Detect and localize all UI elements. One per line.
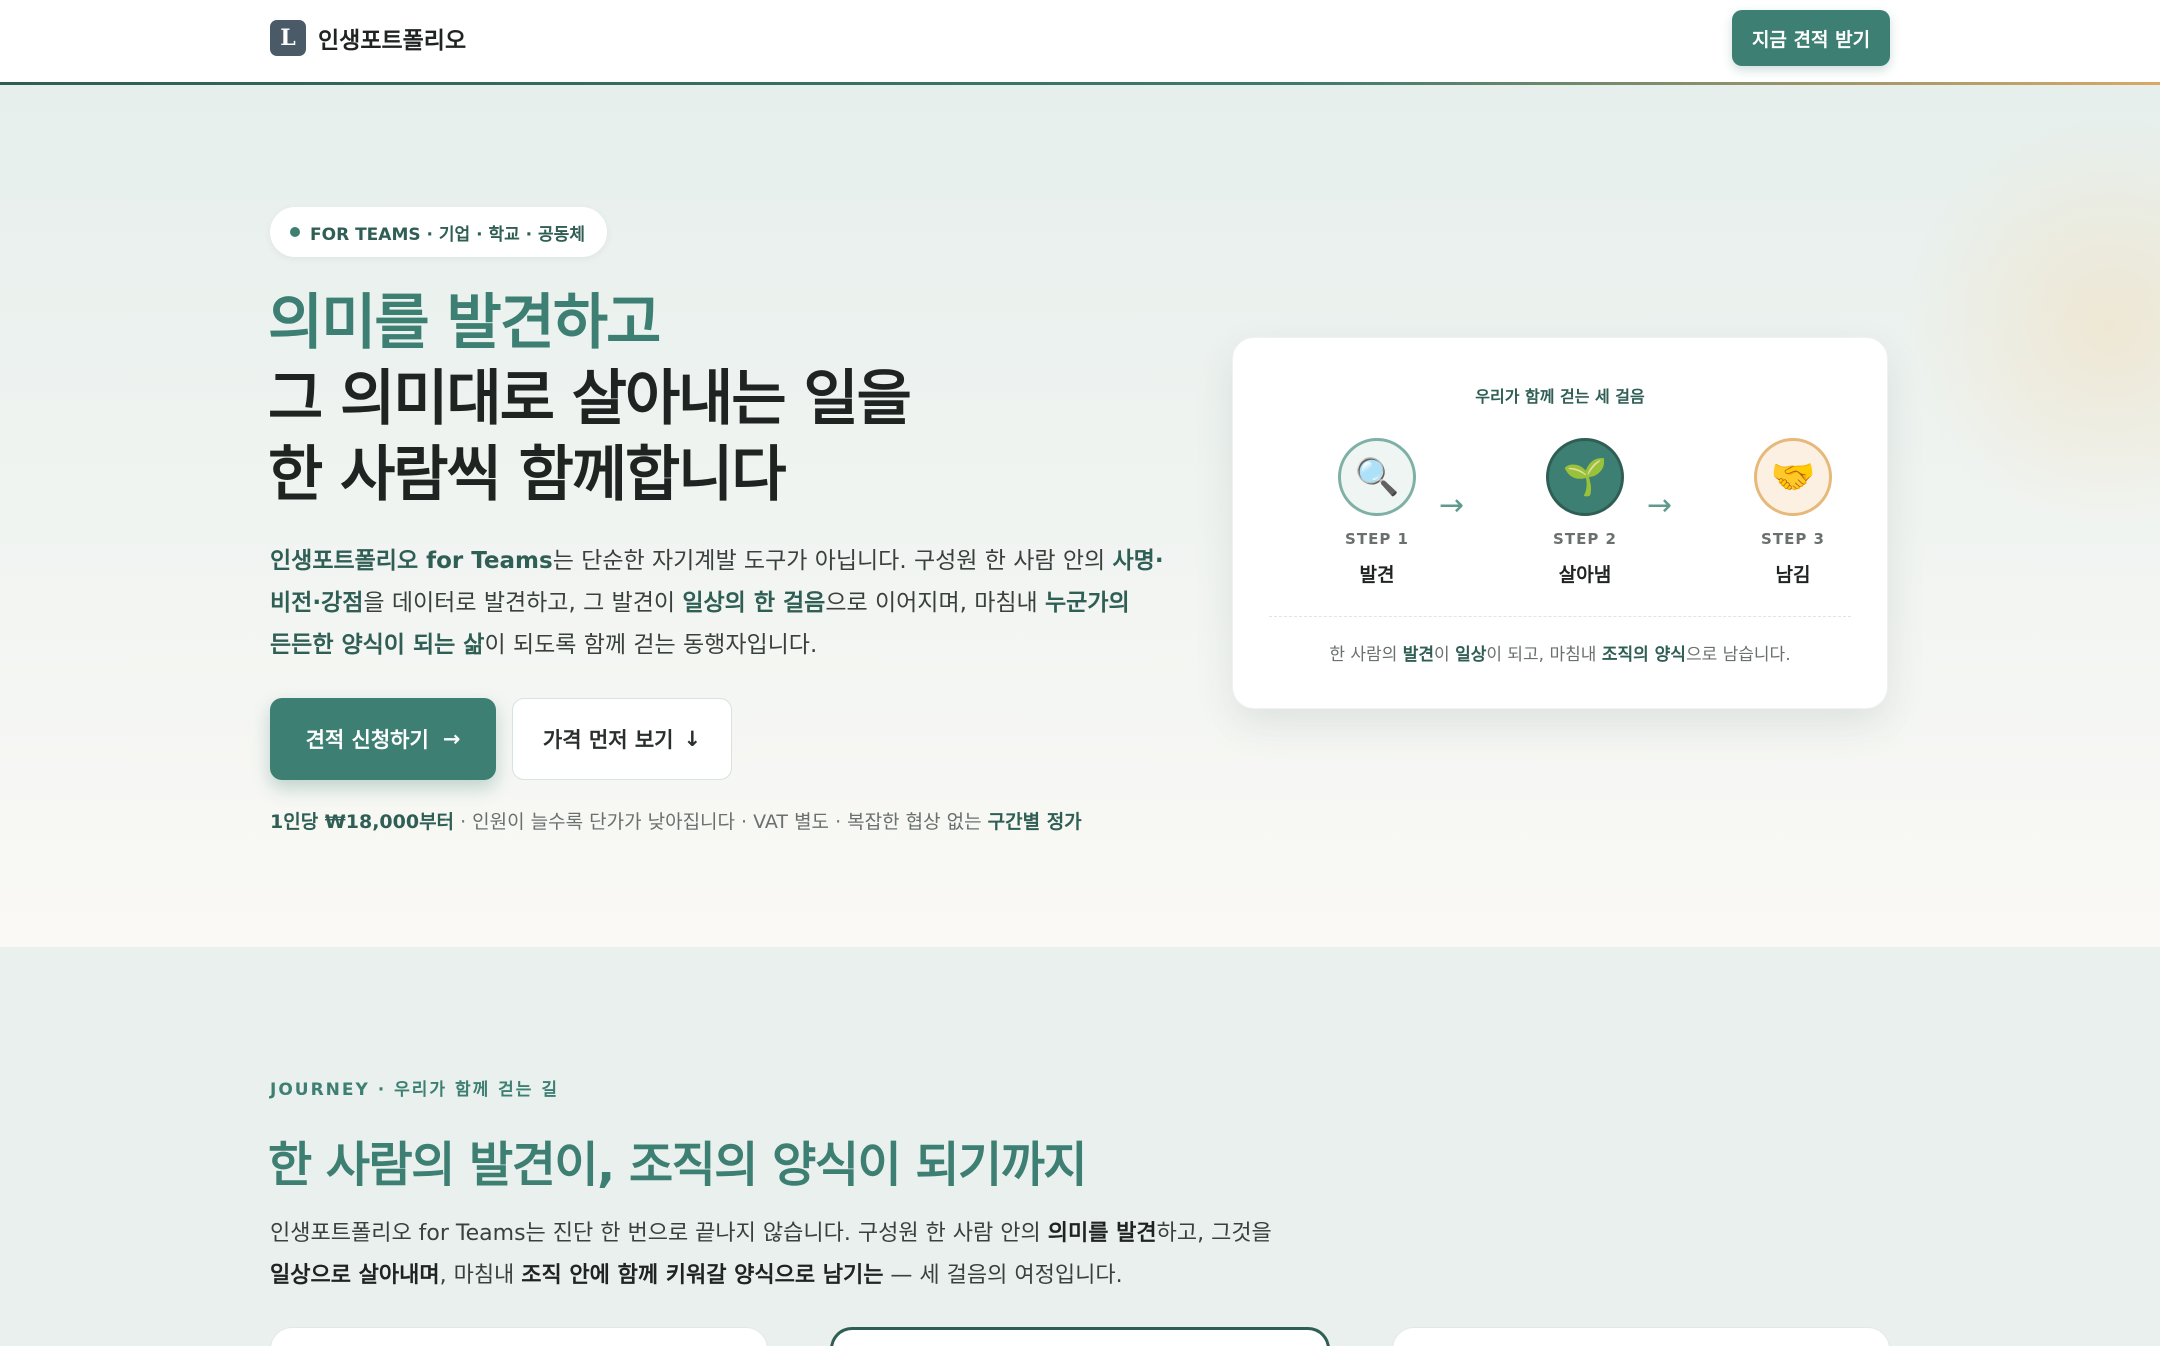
- request-quote-label: 견적 신청하기: [305, 728, 429, 752]
- handshake-icon: 🤝: [1754, 438, 1832, 516]
- step-2-name: 살아냄: [1558, 564, 1612, 586]
- journey-title: 한 사람의 발견이, 조직의 양식이 되기까지: [268, 1137, 1088, 1193]
- step-1-label: STEP 1: [1345, 530, 1409, 548]
- journey-description-line-1: 인생포트폴리오 for Teams는 진단 한 번으로 끝나지 않습니다. 구성…: [270, 1221, 1272, 1246]
- seedling-icon: 🌱: [1546, 438, 1624, 516]
- request-quote-button[interactable]: 견적 신청하기 →: [270, 698, 496, 780]
- site-header: L 인생포트폴리오 지금 견적 받기: [0, 0, 2160, 85]
- view-pricing-button[interactable]: 가격 먼저 보기 ↓: [512, 698, 732, 780]
- pill-dot-icon: [290, 227, 300, 237]
- steps-card-title: 우리가 함께 걷는 세 걸음: [1475, 387, 1645, 406]
- journey-description-line-2: 일상으로 살아내며, 마침내 조직 안에 함께 키워갈 양식으로 남기는 — 세…: [270, 1263, 1123, 1288]
- brand-logo: L: [270, 20, 306, 56]
- price-note: 1인당 ₩18,000부터 · 인원이 늘수록 단가가 낮아집니다 · VAT …: [270, 811, 1082, 833]
- hero-glow-decoration: [1900, 115, 2160, 535]
- hero-description-line-3: 든든한 양식이 되는 삶이 되도록 함께 걷는 동행자입니다.: [270, 632, 818, 658]
- brand[interactable]: L 인생포트폴리오: [270, 20, 466, 56]
- view-pricing-label: 가격 먼저 보기: [542, 728, 674, 752]
- step-2: 🌱 STEP 2 살아냄: [1525, 438, 1645, 587]
- step-3: 🤝 STEP 3 남김: [1733, 438, 1853, 587]
- step-2-label: STEP 2: [1553, 530, 1617, 548]
- hero-title-line-1: 의미를 발견하고: [268, 288, 661, 358]
- journey-section: JOURNEY · 우리가 함께 걷는 길 한 사람의 발견이, 조직의 양식이…: [0, 947, 2160, 1346]
- step-3-label: STEP 3: [1761, 530, 1825, 548]
- arrow-right-icon: →: [1647, 488, 1673, 523]
- hero-description-line-1: 인생포트폴리오 for Teams는 단순한 자기계발 도구가 아닙니다. 구성…: [270, 548, 1164, 574]
- audience-pill: FOR TEAMS · 기업 · 학교 · 공동체: [270, 207, 607, 257]
- pill-text: FOR TEAMS · 기업 · 학교 · 공동체: [310, 224, 585, 245]
- arrow-down-icon: ↓: [683, 727, 702, 751]
- get-quote-now-button[interactable]: 지금 견적 받기: [1732, 10, 1890, 66]
- steps-card-footnote: 한 사람의 발견이 일상이 되고, 마침내 조직의 양식으로 남습니다.: [1329, 645, 1791, 665]
- three-steps-card: 우리가 함께 걷는 세 걸음 🔍 STEP 1 발견 → 🌱 STEP 2 살아…: [1232, 337, 1888, 709]
- hero-title-line-2: 그 의미대로 살아내는 일을: [268, 364, 912, 434]
- journey-eyebrow: JOURNEY · 우리가 함께 걷는 길: [270, 1080, 559, 1100]
- journey-card-1[interactable]: [270, 1327, 768, 1346]
- card-divider: [1269, 616, 1851, 617]
- step-1-name: 발견: [1359, 564, 1395, 586]
- hero-section: FOR TEAMS · 기업 · 학교 · 공동체 의미를 발견하고 그 의미대…: [0, 85, 2160, 947]
- arrow-right-icon: →: [442, 727, 461, 751]
- hero-description-line-2: 비전·강점을 데이터로 발견하고, 그 발견이 일상의 한 걸음으로 이어지며,…: [270, 590, 1130, 616]
- brand-name: 인생포트폴리오: [318, 28, 467, 54]
- step-3-name: 남김: [1775, 564, 1811, 586]
- journey-card-2[interactable]: [830, 1327, 1330, 1346]
- magnifier-icon: 🔍: [1338, 438, 1416, 516]
- hero-title-line-3: 한 사람씩 함께합니다: [268, 440, 787, 510]
- step-1: 🔍 STEP 1 발견: [1317, 438, 1437, 587]
- arrow-right-icon: →: [1439, 488, 1465, 523]
- journey-card-3[interactable]: [1392, 1327, 1890, 1346]
